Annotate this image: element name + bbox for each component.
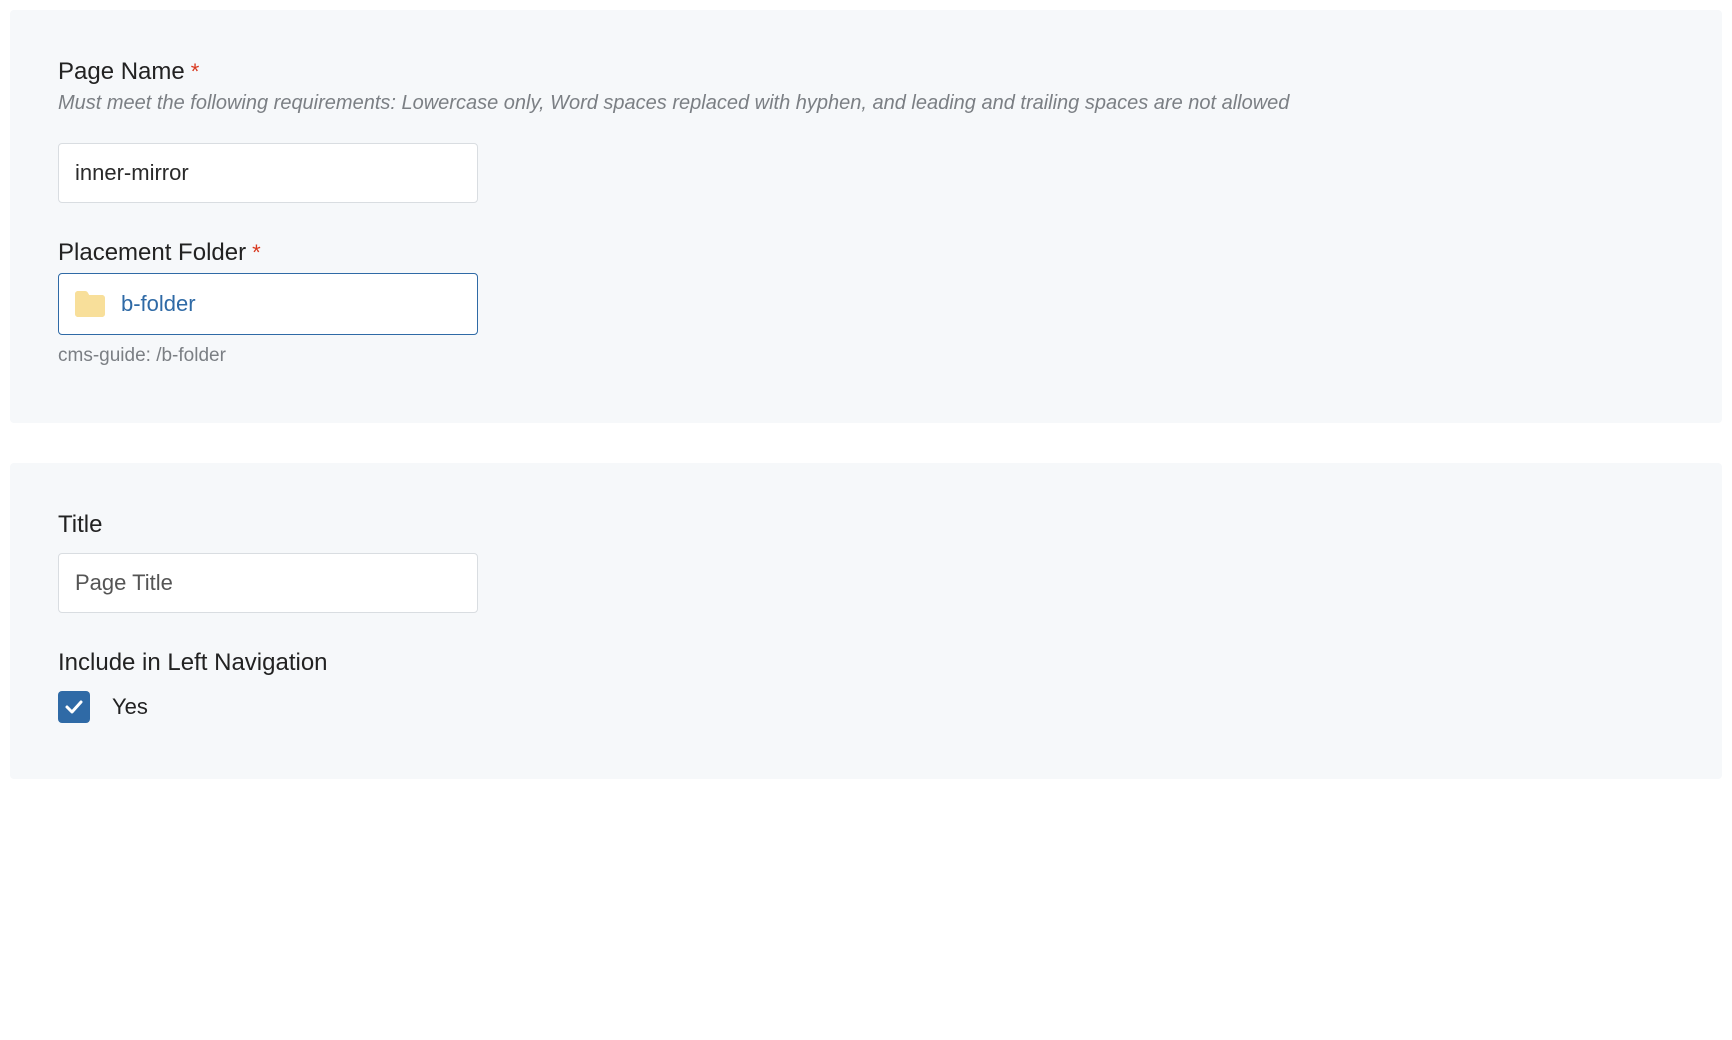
placement-folder-selected: b-folder [121,291,196,317]
page-name-label: Page Name * [58,58,1674,86]
page-name-help: Must meet the following requirements: Lo… [58,92,1674,115]
required-star-icon: * [191,59,200,85]
page-name-label-text: Page Name [58,58,185,86]
title-input[interactable] [58,553,478,613]
placement-folder-field: Placement Folder * b-folder cms-guide: /… [58,239,1674,367]
title-nav-panel: Title Include in Left Navigation Yes [10,463,1722,779]
folder-icon [73,290,107,318]
checkmark-icon [64,697,84,717]
placement-folder-label: Placement Folder * [58,239,1674,267]
include-nav-label: Include in Left Navigation [58,649,1674,677]
required-star-icon: * [252,240,261,266]
title-label: Title [58,511,1674,539]
include-nav-checkbox[interactable] [58,691,90,723]
placement-folder-path: cms-guide: /b-folder [58,345,1674,367]
page-name-input[interactable] [58,143,478,203]
page-name-field: Page Name * Must meet the following requ… [58,58,1674,203]
page-name-panel: Page Name * Must meet the following requ… [10,10,1722,423]
placement-folder-label-text: Placement Folder [58,239,246,267]
title-field: Title [58,511,1674,613]
placement-folder-picker[interactable]: b-folder [58,273,478,335]
include-nav-checkbox-label: Yes [112,694,148,720]
include-nav-option: Yes [58,691,1674,723]
include-nav-field: Include in Left Navigation Yes [58,649,1674,723]
